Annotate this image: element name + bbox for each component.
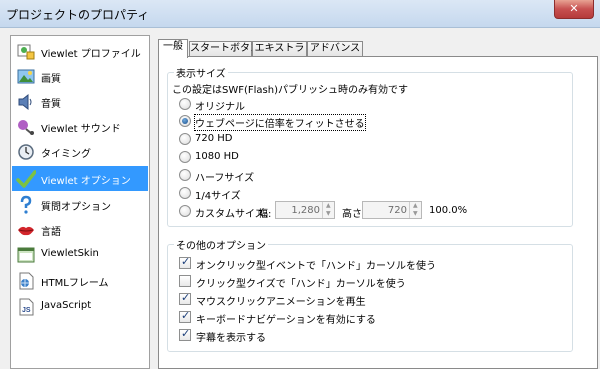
sidebar-item-viewlet-profile[interactable]: Viewlet プロファイル — [12, 39, 148, 64]
svg-text:JS: JS — [22, 307, 31, 314]
tab-general[interactable]: 一般 — [158, 39, 188, 58]
sidebar-item-label: 画質 — [41, 74, 61, 85]
lips-icon — [18, 226, 34, 236]
radio-button[interactable] — [179, 133, 191, 145]
viewlet-sound-icon — [18, 120, 34, 135]
window-title: プロジェクトのプロパティ — [6, 8, 150, 22]
spin-down-icon: ▼ — [326, 210, 331, 217]
sidebar-item-label: Viewlet オプション — [41, 176, 131, 187]
width-spinner[interactable]: ▲ ▼ — [322, 202, 334, 218]
width-value: 1,280 — [291, 205, 320, 216]
percent-readout: 100.0% — [429, 205, 468, 216]
radio-label: オリジナル — [195, 102, 245, 113]
sidebar-item-viewlet-skin[interactable]: ViewletSkin — [12, 242, 148, 267]
sidebar-item-html-frame[interactable]: HTMLフレーム — [12, 268, 148, 293]
spin-up-icon: ▲ — [413, 202, 418, 209]
sidebar-item-language[interactable]: 言語 — [12, 217, 148, 242]
tab-start-button[interactable]: スタートボタン — [189, 41, 260, 57]
other-options-legend: その他のオプション — [174, 237, 268, 252]
category-list: Viewlet プロファイル 画質 音質 Viewlet サウンド タイミング — [10, 35, 150, 369]
checkbox[interactable] — [179, 327, 191, 341]
viewlet-profile-icon — [17, 44, 35, 60]
radio-label: 720 HD — [195, 133, 233, 144]
height-input[interactable]: 720 ▲ ▼ — [362, 201, 422, 219]
sidebar-item-label: 質問オプション — [41, 202, 111, 213]
html-page-icon — [19, 272, 34, 290]
sidebar-item-label: Viewlet プロファイル — [41, 49, 141, 60]
width-input[interactable]: 1,280 ▲ ▼ — [275, 201, 335, 219]
spin-up-icon: ▲ — [326, 202, 331, 209]
radio-label: 1080 HD — [195, 151, 239, 162]
spin-down-icon: ▼ — [413, 210, 418, 217]
sidebar-item-question-options[interactable]: 質問オプション — [12, 192, 148, 217]
tab-advanced[interactable]: アドバンス — [307, 41, 363, 57]
radio-button[interactable] — [179, 205, 191, 217]
sidebar-item-label: Viewlet サウンド — [41, 124, 121, 135]
sidebar-item-label: 言語 — [41, 227, 61, 238]
image-quality-icon — [17, 69, 35, 84]
radio-label: ウェブページに倍率をフィットさせる — [194, 114, 366, 131]
radio-button[interactable] — [179, 151, 191, 163]
checkbox[interactable] — [179, 291, 191, 305]
tab-extra[interactable]: エキストラ — [252, 41, 307, 57]
sidebar-item-sound-quality[interactable]: 音質 — [12, 89, 148, 114]
sidebar-item-timing[interactable]: タイミング — [12, 139, 148, 164]
title-bar: プロジェクトのプロパティ ✕ — [0, 0, 600, 28]
speaker-icon — [18, 93, 32, 111]
close-icon: ✕ — [569, 2, 579, 15]
radio-button[interactable] — [179, 115, 191, 127]
checkbox[interactable] — [179, 275, 191, 287]
height-value: 720 — [387, 205, 407, 216]
question-mark-icon — [20, 195, 32, 214]
width-label: 幅: — [258, 209, 272, 220]
checkbox-label: クリック型クイズで「ハンド」カーソルを使う — [196, 279, 406, 290]
radio-button[interactable] — [179, 169, 191, 181]
radio-button[interactable] — [179, 98, 191, 110]
close-button[interactable]: ✕ — [554, 0, 594, 19]
checkbox-label: 字幕を表示する — [196, 333, 266, 344]
clock-icon — [18, 144, 34, 160]
sidebar-item-label: HTMLフレーム — [41, 278, 109, 289]
sidebar-item-viewlet-sound[interactable]: Viewlet サウンド — [12, 114, 148, 139]
sidebar-item-javascript[interactable]: JS JavaScript — [12, 294, 148, 319]
checkbox-label: マウスクリックアニメーションを再生 — [196, 297, 366, 308]
sidebar-item-label: JavaScript — [41, 300, 92, 311]
checkbox-label: キーボードナビゲーションを有効にする — [196, 315, 376, 326]
checkbox[interactable] — [179, 255, 191, 269]
radio-button[interactable] — [179, 187, 191, 199]
radio-label: 1/4サイズ — [195, 191, 241, 202]
display-size-legend: 表示サイズ — [174, 65, 228, 80]
checkbox[interactable] — [179, 309, 191, 323]
skin-window-icon — [17, 247, 35, 263]
javascript-icon: JS — [19, 298, 34, 316]
sidebar-item-viewlet-options[interactable]: Viewlet オプション — [12, 166, 148, 191]
height-spinner[interactable]: ▲ ▼ — [409, 202, 421, 218]
checkmark-icon — [16, 170, 36, 188]
sidebar-item-image-quality[interactable]: 画質 — [12, 64, 148, 89]
sidebar-item-label: 音質 — [41, 99, 61, 110]
checkbox-label: オンクリック型イベントで「ハンド」カーソルを使う — [196, 261, 436, 272]
sidebar-item-label: ViewletSkin — [41, 248, 99, 259]
swf-note: この設定はSWF(Flash)パブリッシュ時のみ有効です — [172, 85, 408, 96]
radio-label: ハーフサイズ — [195, 173, 255, 184]
sidebar-item-label: タイミング — [41, 149, 91, 160]
